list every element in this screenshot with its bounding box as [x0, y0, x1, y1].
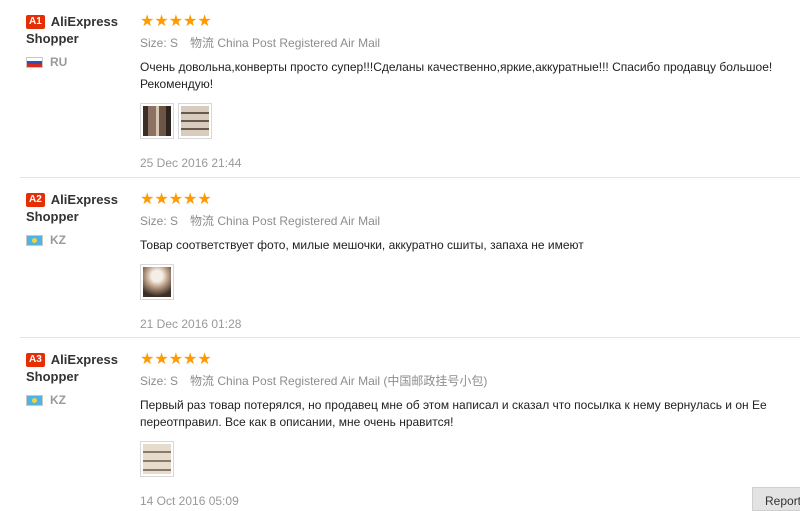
review-body: ★★★★★ Size: S 物流 China Post Registered Ai…	[140, 14, 786, 171]
review-item: A1 AliExpress Shopper RU ★★★★★ Size: S 物流 …	[0, 0, 800, 178]
review-date: 25 Dec 2016 21:44	[140, 156, 242, 170]
reviewer-name: A3 AliExpress Shopper	[26, 352, 118, 384]
country-code: KZ	[50, 233, 66, 247]
reviewer-name: A2 AliExpress Shopper	[26, 192, 118, 224]
review-item: A2 AliExpress Shopper KZ ★★★★★ Size: S 物流 …	[0, 178, 800, 338]
review-text: Товар соответствует фото, милые мешочки,…	[140, 238, 584, 252]
review-photos	[140, 103, 786, 141]
review-photo-thumbnail[interactable]	[140, 103, 174, 139]
reviewer-country: RU	[26, 55, 136, 69]
reviewer-info: A2 AliExpress Shopper KZ	[26, 191, 136, 247]
review-body: ★★★★★ Size: S 物流 China Post Registered Ai…	[140, 192, 786, 332]
report-button[interactable]: Report	[752, 487, 800, 511]
review-meta: Size: S 物流 China Post Registered Air Mail	[140, 213, 786, 229]
review-date: 21 Dec 2016 01:28	[140, 317, 242, 331]
rating-stars-icon: ★★★★★	[140, 191, 212, 208]
review-photo-thumbnail[interactable]	[140, 441, 174, 477]
logistics-label: 物流 China Post Registered Air Mail (中国邮政挂…	[190, 374, 488, 388]
review-body: ★★★★★ Size: S 物流 China Post Registered Ai…	[140, 352, 786, 509]
reviewer-level-badge: A2	[26, 193, 45, 207]
size-label: Size: S	[140, 374, 179, 388]
kazakhstan-flag-icon	[26, 394, 43, 406]
reviewer-info: A1 AliExpress Shopper RU	[26, 13, 136, 69]
reviewer-level-badge: A3	[26, 353, 45, 367]
rating-stars-icon: ★★★★★	[140, 351, 212, 368]
reviewer-country: KZ	[26, 393, 136, 407]
review-photo-thumbnail[interactable]	[140, 264, 174, 300]
review-meta: Size: S 物流 China Post Registered Air Mail…	[140, 373, 786, 389]
reviewer-name: A1 AliExpress Shopper	[26, 14, 118, 46]
logistics-label: 物流 China Post Registered Air Mail	[190, 214, 381, 228]
review-date: 14 Oct 2016 05:09	[140, 494, 239, 508]
kazakhstan-flag-icon	[26, 234, 43, 246]
reviewer-country: KZ	[26, 233, 136, 247]
logistics-label: 物流 China Post Registered Air Mail	[190, 36, 381, 50]
rating-stars-icon: ★★★★★	[140, 13, 212, 30]
size-label: Size: S	[140, 36, 179, 50]
review-meta: Size: S 物流 China Post Registered Air Mail	[140, 35, 786, 51]
reviewer-info: A3 AliExpress Shopper KZ	[26, 351, 136, 407]
reviewer-level-badge: A1	[26, 15, 45, 29]
russia-flag-icon	[26, 56, 43, 68]
country-code: RU	[50, 55, 68, 69]
review-photos	[140, 264, 786, 302]
review-text: Очень довольна,конверты просто супер!!!С…	[140, 60, 773, 91]
review-photo-thumbnail[interactable]	[178, 103, 212, 139]
review-item: A3 AliExpress Shopper KZ ★★★★★ Size: S 物流 …	[0, 338, 800, 508]
country-code: KZ	[50, 393, 66, 407]
review-photos	[140, 441, 786, 479]
review-text: Первый раз товар потерялся, но продавец …	[140, 398, 767, 429]
size-label: Size: S	[140, 214, 179, 228]
